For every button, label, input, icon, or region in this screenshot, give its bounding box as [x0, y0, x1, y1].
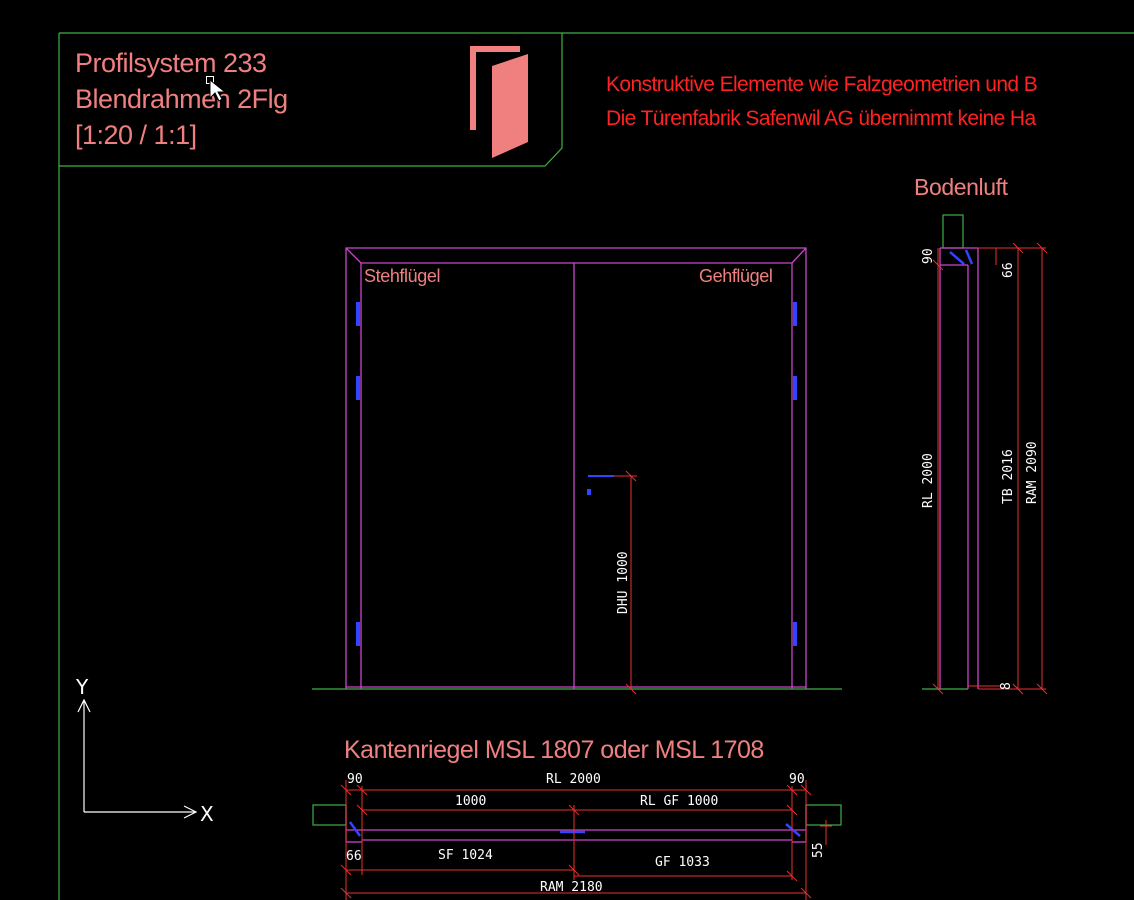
dim-vs-8: 8 — [999, 682, 1014, 690]
door-frame — [345, 247, 807, 689]
door-handle — [587, 475, 614, 495]
dim-vs-ram: RAM 2090 — [1025, 441, 1040, 504]
door-icon — [470, 46, 528, 158]
ucs-y-label: Y — [75, 675, 89, 699]
mouse-cursor-icon — [206, 76, 227, 102]
dim-vs-90: 90 — [921, 248, 936, 264]
dim-hs-rl-gf: RL GF 1000 — [640, 794, 718, 809]
ucs-x-label: X — [200, 802, 214, 826]
dim-hs-ram: RAM 2180 — [540, 880, 603, 895]
dim-vs-66: 66 — [1001, 262, 1016, 278]
dim-dhu: DHU 1000 — [616, 551, 631, 614]
drawing-border — [58, 32, 1134, 900]
dim-vs-tb: TB 2016 — [1001, 449, 1016, 504]
dim-hs-sf: SF 1024 — [438, 848, 493, 863]
dim-hs-90-right: 90 — [789, 772, 805, 787]
door-elevation[interactable] — [312, 247, 842, 695]
dim-hs-gf: GF 1033 — [655, 855, 710, 870]
title-system: Profilsystem 233 — [75, 48, 267, 78]
title-kantenriegel: Kantenriegel MSL 1807 oder MSL 1708 — [344, 736, 764, 764]
ucs-axis-icon — [77, 698, 198, 819]
dim-hs-1000: 1000 — [455, 794, 486, 809]
warning-line-1: Konstruktive Elemente wie Falzgeometrien… — [606, 73, 1038, 96]
title-frame: Blendrahmen 2Flg — [75, 84, 288, 114]
dim-hs-55: 55 — [811, 842, 826, 858]
label-gehfluegel: Gehflügel — [699, 266, 773, 286]
warning-line-2: Die Türenfabrik Safenwil AG übernimmt ke… — [606, 107, 1036, 130]
title-scale: [1:20 / 1:1] — [75, 120, 197, 150]
hinge-group — [356, 302, 797, 646]
dim-vs-rl: RL 2000 — [921, 453, 936, 508]
label-stehfluegel: Stehflügel — [364, 266, 441, 286]
title-bodenluft: Bodenluft — [914, 174, 1008, 200]
dim-hs-66: 66 — [346, 849, 362, 864]
dim-hs-90-left: 90 — [347, 772, 363, 787]
dim-hs-rl: RL 2000 — [546, 772, 601, 787]
